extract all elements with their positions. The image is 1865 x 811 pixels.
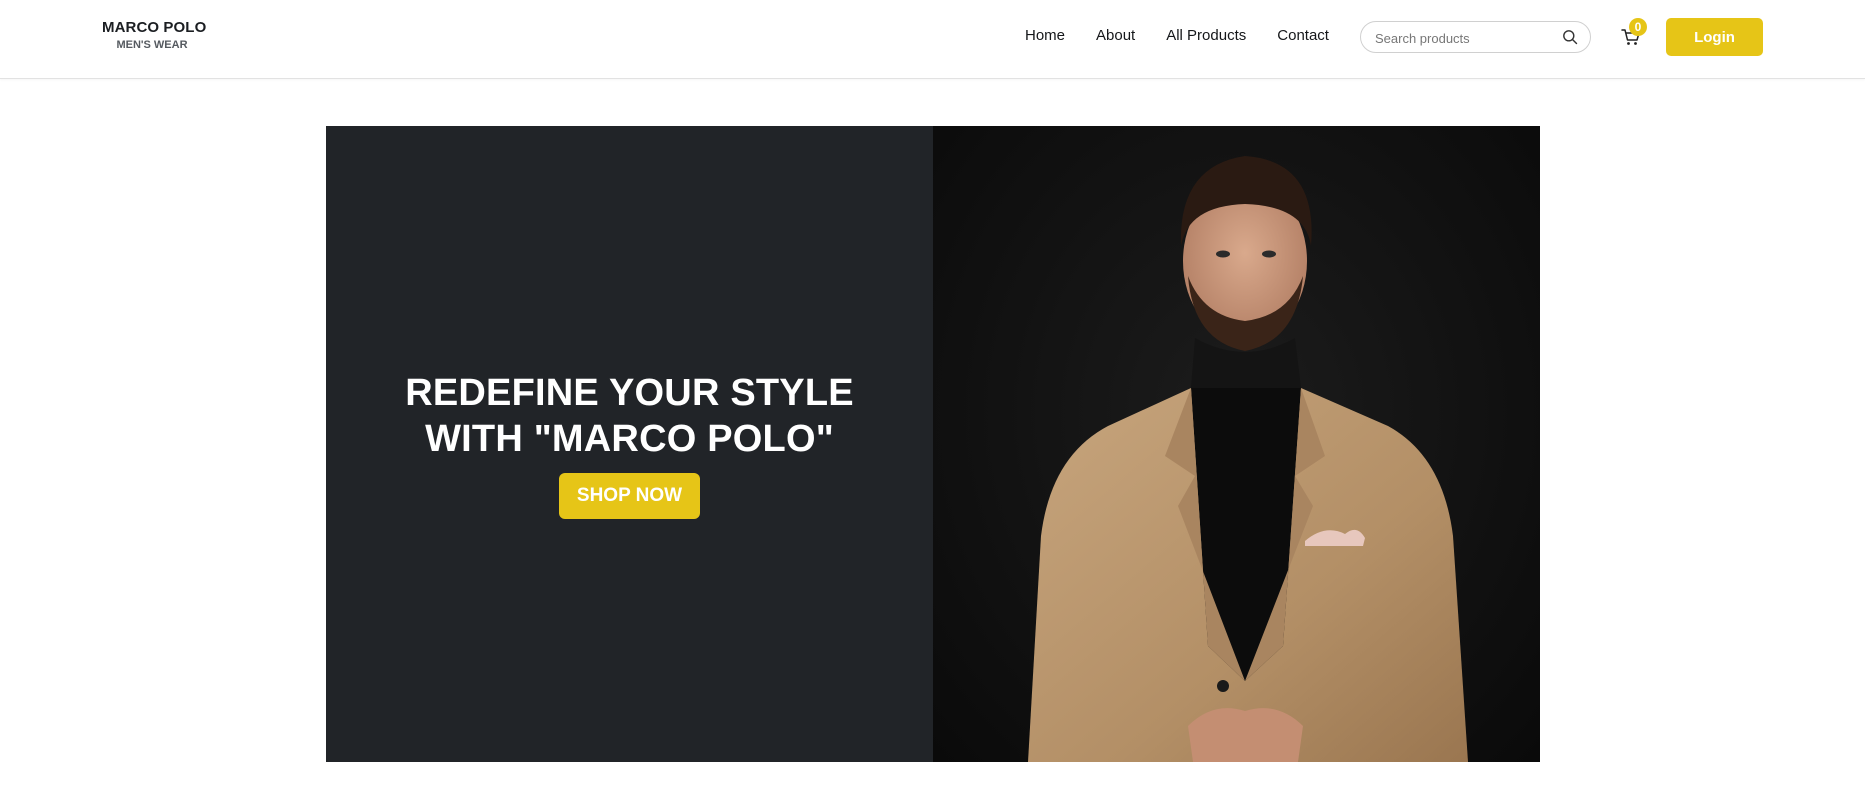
hero-title: REDEFINE YOUR STYLE WITH "MARCO POLO" bbox=[326, 370, 933, 462]
man-in-tan-blazer-photo bbox=[1028, 156, 1468, 762]
cart-count-badge: 0 bbox=[1629, 18, 1647, 36]
search-input[interactable] bbox=[1375, 28, 1555, 48]
shop-now-button[interactable]: SHOP NOW bbox=[559, 473, 700, 519]
search-box bbox=[1360, 21, 1591, 53]
hero-title-line-1: REDEFINE YOUR STYLE bbox=[405, 372, 854, 414]
nav-about-link[interactable]: About bbox=[1096, 27, 1135, 44]
nav-contact-link[interactable]: Contact bbox=[1277, 27, 1329, 44]
brand-tagline: MEN'S WEAR bbox=[116, 39, 188, 51]
nav-all-products-link[interactable]: All Products bbox=[1166, 27, 1246, 44]
search-icon[interactable] bbox=[1562, 29, 1578, 45]
login-button[interactable]: Login bbox=[1666, 18, 1763, 56]
hero-banner: REDEFINE YOUR STYLE WITH "MARCO POLO" SH… bbox=[326, 126, 1540, 762]
nav-home-link[interactable]: Home bbox=[1025, 27, 1065, 44]
site-header: MARCO POLO MEN'S WEAR Home About All Pro… bbox=[0, 0, 1865, 79]
hero-title-line-2: WITH "MARCO POLO" bbox=[425, 418, 834, 460]
main-nav: Home About All Products Contact bbox=[1025, 27, 1329, 44]
hero-image bbox=[933, 126, 1540, 762]
hero-text-panel: REDEFINE YOUR STYLE WITH "MARCO POLO" SH… bbox=[326, 126, 933, 762]
brand-name: MARCO POLO bbox=[102, 19, 207, 36]
brand-logo[interactable]: MARCO POLO MEN'S WEAR bbox=[102, 19, 207, 51]
